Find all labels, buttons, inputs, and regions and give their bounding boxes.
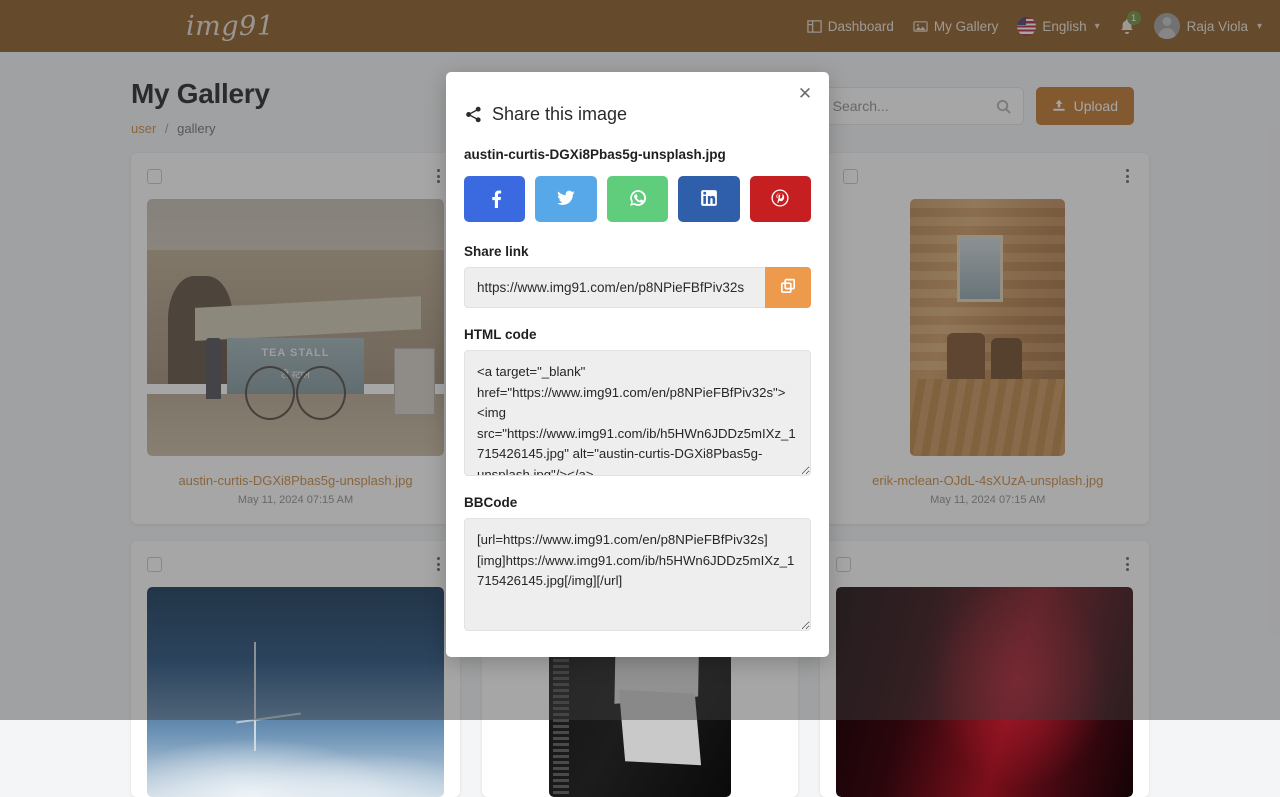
share-link-label: Share link — [464, 244, 811, 259]
share-twitter-button[interactable] — [535, 176, 596, 222]
whatsapp-icon — [629, 189, 647, 210]
share-facebook-button[interactable] — [464, 176, 525, 222]
share-icon — [465, 106, 482, 123]
pinterest-icon — [771, 189, 789, 210]
copy-link-button[interactable] — [765, 267, 811, 308]
modal-file-name: austin-curtis-DGXi8Pbas5g-unsplash.jpg — [464, 147, 811, 162]
facebook-icon — [485, 188, 505, 211]
html-code-label: HTML code — [464, 327, 811, 342]
modal-title: Share this image — [464, 104, 811, 125]
close-icon[interactable]: ✕ — [794, 83, 816, 105]
share-link-input[interactable] — [464, 267, 765, 308]
linkedin-icon — [700, 189, 718, 210]
copy-icon — [780, 278, 796, 297]
social-share-buttons — [464, 176, 811, 222]
bbcode-label: BBCode — [464, 495, 811, 510]
share-linkedin-button[interactable] — [678, 176, 739, 222]
share-image-modal: ✕ Share this image austin-curtis-DGXi8Pb… — [446, 72, 829, 657]
twitter-icon — [556, 188, 576, 211]
bbcode-textarea[interactable] — [464, 518, 811, 631]
html-code-textarea[interactable] — [464, 350, 811, 476]
share-link-row — [464, 267, 811, 308]
share-pinterest-button[interactable] — [750, 176, 811, 222]
share-whatsapp-button[interactable] — [607, 176, 668, 222]
modal-title-label: Share this image — [492, 104, 627, 125]
